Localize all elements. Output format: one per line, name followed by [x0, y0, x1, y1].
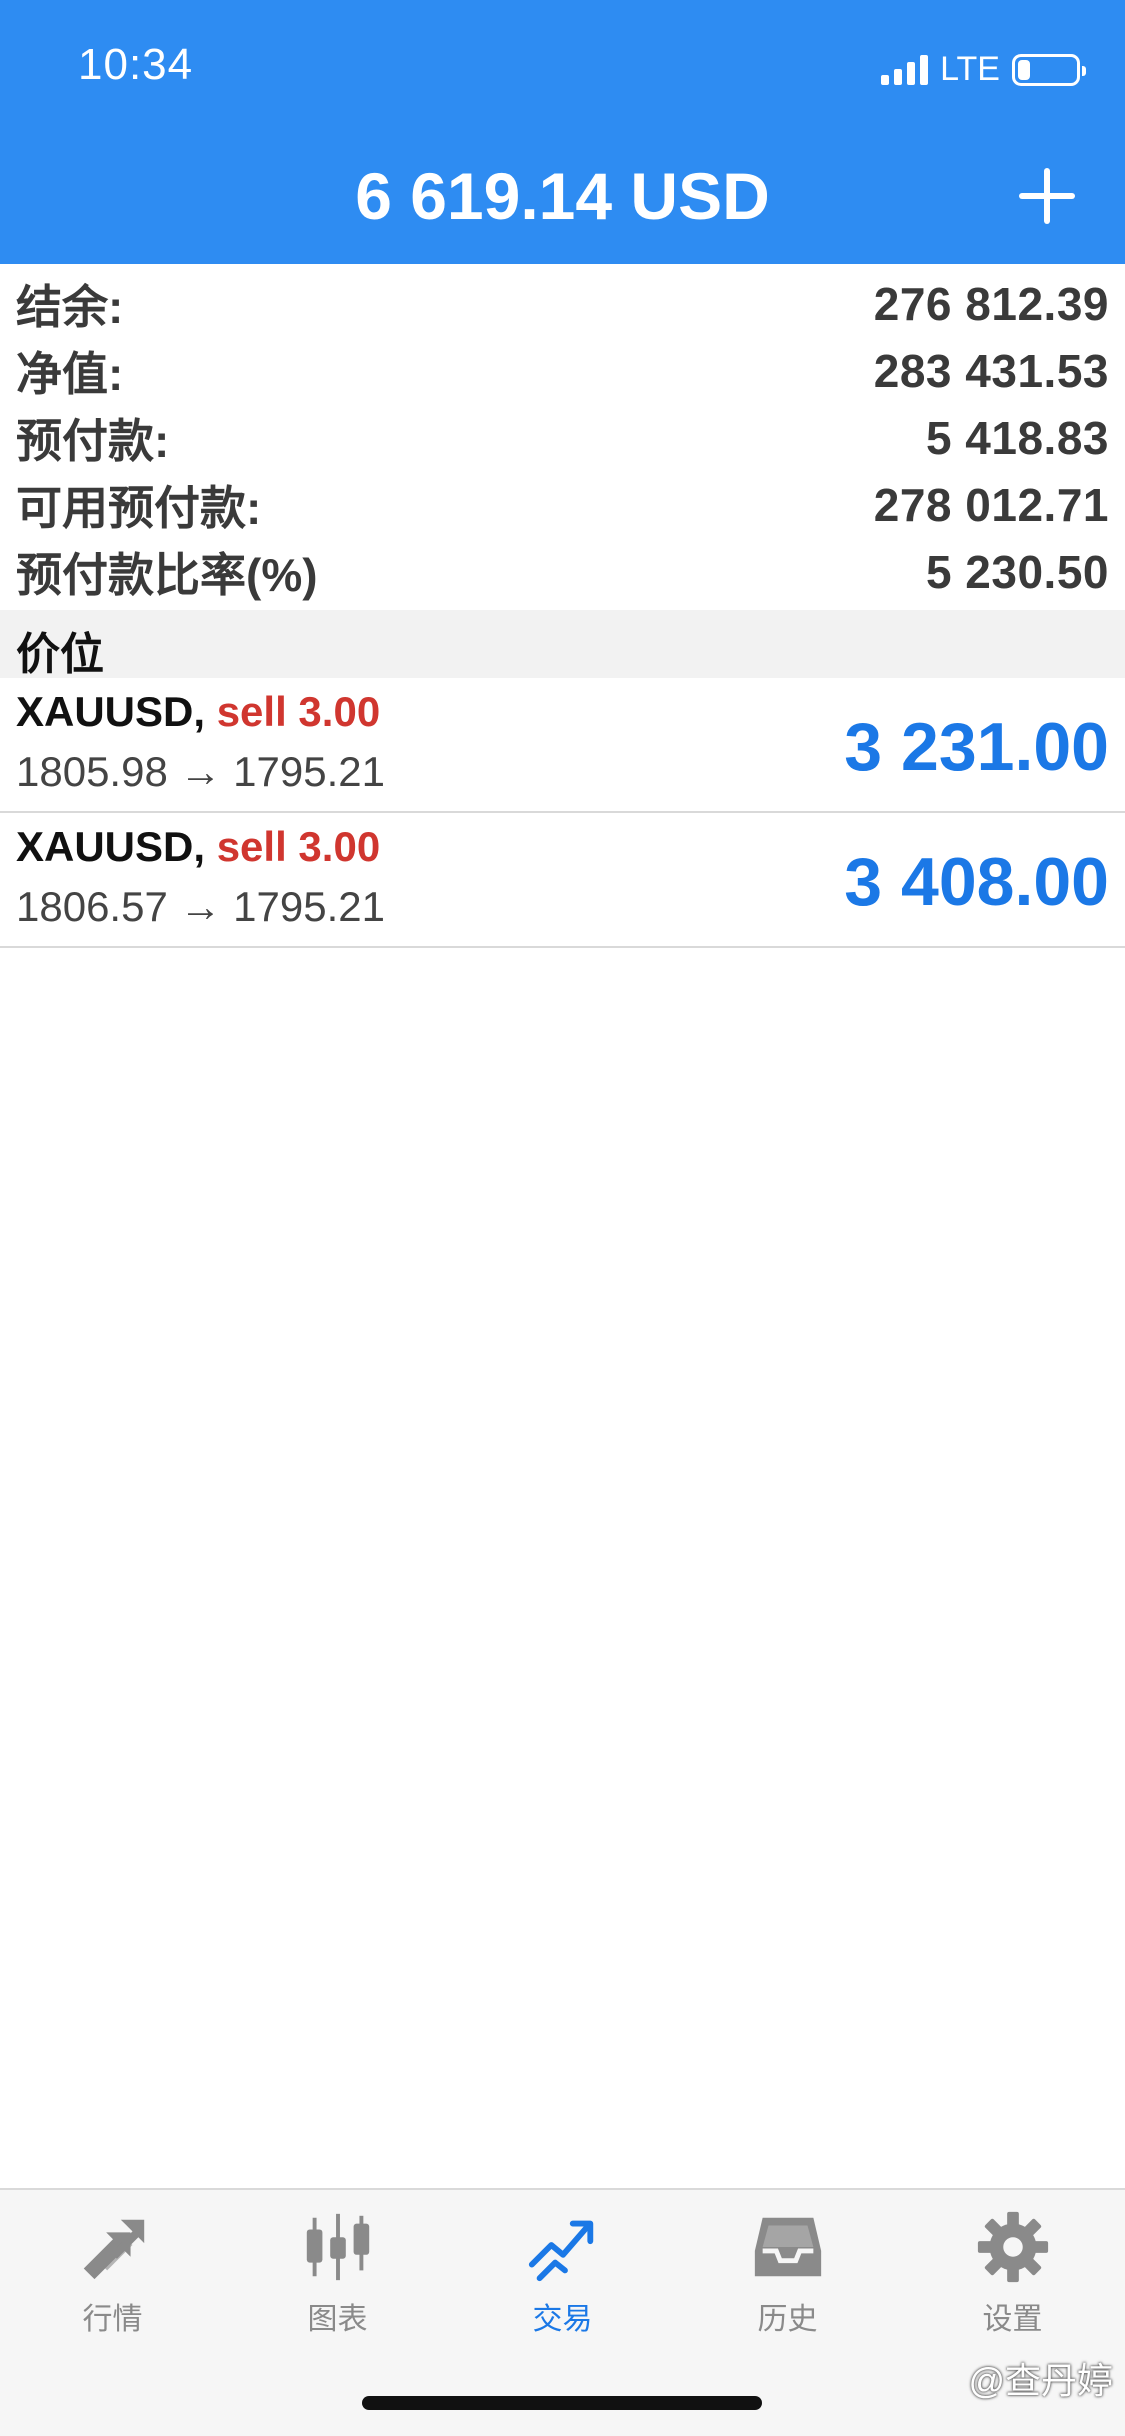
- position-title: XAUUSD, sell 3.00: [16, 688, 380, 736]
- network-label: LTE: [940, 50, 1000, 88]
- trade-trend-icon: [528, 2220, 593, 2282]
- tab-label: 行情: [82, 2303, 143, 2336]
- position-side: sell 3.00: [216, 688, 381, 735]
- position-title: XAUUSD, sell 3.00: [16, 823, 380, 871]
- summary-value: 5 230.50: [925, 545, 1109, 598]
- status-time: 10:34: [78, 40, 194, 89]
- new-order-button[interactable]: [1019, 168, 1075, 224]
- positions-list: XAUUSD, sell 3.00 1805.98 → 1795.21 3 23…: [0, 678, 1125, 948]
- position-symbol: XAUUSD,: [16, 823, 206, 870]
- gear-icon: [977, 2211, 1048, 2283]
- summary-row-margin-level: 预付款比率(%) 5 230.50: [0, 538, 1125, 605]
- tab-label: 设置: [982, 2303, 1043, 2336]
- account-balance-title: 6 619.14 USD: [355, 159, 770, 233]
- tab-charts[interactable]: 图表: [225, 2208, 450, 2338]
- tab-trade[interactable]: 交易: [450, 2208, 675, 2338]
- summary-label: 可用预付款:: [16, 481, 262, 534]
- tab-label: 交易: [532, 2303, 593, 2336]
- battery-icon: [1012, 53, 1086, 86]
- summary-label: 结余:: [16, 280, 124, 333]
- header-bar: 10:34 LTE 6 619.14 USD: [0, 0, 1125, 264]
- position-profit: 3 231.00: [844, 709, 1109, 785]
- watermark: @查丹婷: [968, 2360, 1113, 2401]
- position-side: sell 3.00: [216, 823, 381, 870]
- account-summary: 结余: 276 812.39 净值: 283 431.53 预付款: 5 418…: [0, 270, 1125, 605]
- summary-value: 5 418.83: [925, 411, 1109, 464]
- position-prices: 1806.57 → 1795.21: [16, 883, 385, 930]
- positions-section-header: 价位: [0, 610, 1125, 679]
- signal-icon: [881, 54, 929, 85]
- summary-label: 预付款:: [16, 414, 170, 467]
- quotes-arrows-icon: [83, 2219, 144, 2280]
- tab-history[interactable]: 历史: [675, 2208, 900, 2338]
- summary-value: 278 012.71: [873, 478, 1109, 531]
- summary-label: 预付款比率(%): [16, 548, 318, 601]
- position-prices: 1805.98 → 1795.21: [16, 748, 385, 795]
- position-row[interactable]: XAUUSD, sell 3.00 1806.57 → 1795.21 3 40…: [0, 813, 1125, 948]
- status-indicators: LTE: [881, 50, 1086, 89]
- summary-row-balance: 结余: 276 812.39: [0, 270, 1125, 337]
- summary-value: 276 812.39: [873, 277, 1109, 330]
- summary-row-free-margin: 可用预付款: 278 012.71: [0, 471, 1125, 538]
- tab-quotes[interactable]: 行情: [0, 2208, 225, 2338]
- position-row[interactable]: XAUUSD, sell 3.00 1805.98 → 1795.21 3 23…: [0, 678, 1125, 813]
- tab-label: 历史: [757, 2303, 818, 2336]
- summary-row-margin: 预付款: 5 418.83: [0, 404, 1125, 471]
- summary-value: 283 431.53: [873, 344, 1109, 397]
- tab-label: 图表: [307, 2303, 368, 2336]
- inbox-tray-icon: [754, 2217, 821, 2277]
- position-profit: 3 408.00: [844, 844, 1109, 920]
- summary-label: 净值:: [16, 347, 124, 400]
- position-symbol: XAUUSD,: [16, 688, 206, 735]
- home-indicator[interactable]: [362, 2396, 762, 2410]
- summary-row-equity: 净值: 283 431.53: [0, 337, 1125, 404]
- tab-settings[interactable]: 设置: [900, 2208, 1125, 2338]
- candlestick-icon: [306, 2213, 369, 2281]
